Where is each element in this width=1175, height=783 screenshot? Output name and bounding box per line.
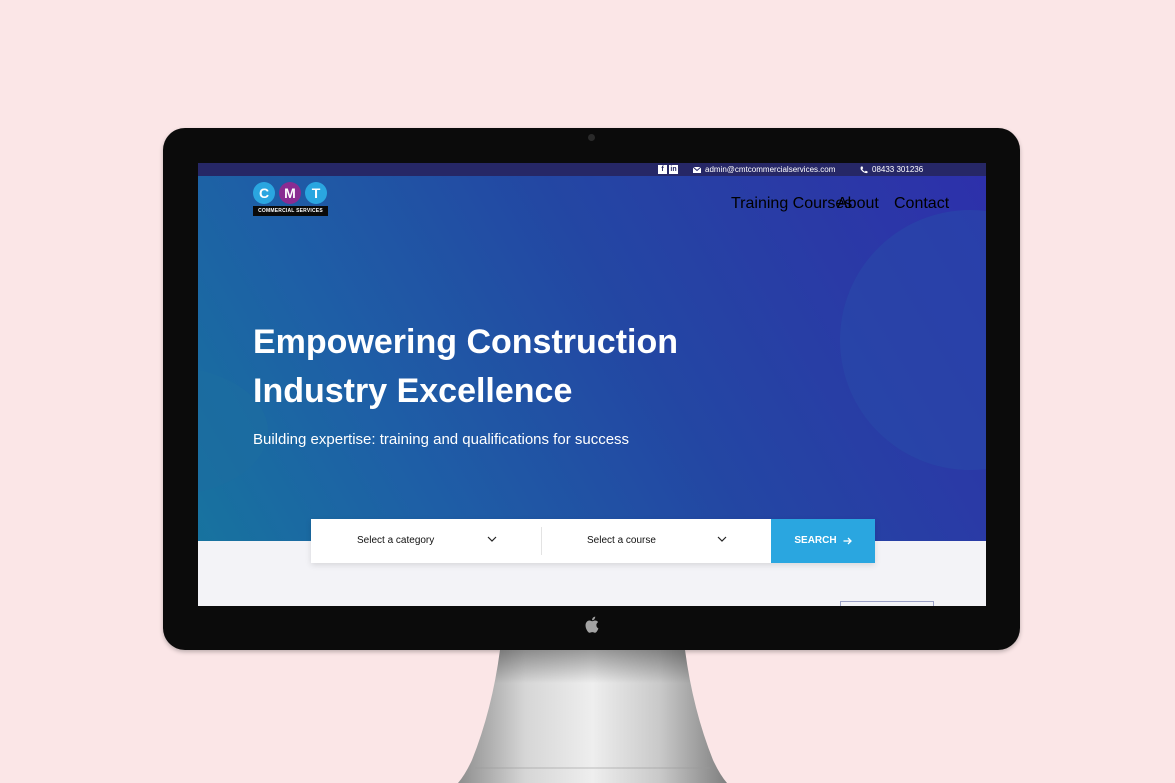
search-button-label: SEARCH bbox=[794, 535, 837, 546]
hero-subtitle: Building expertise: training and qualifi… bbox=[253, 431, 630, 448]
phone-text: 08433 301236 bbox=[872, 165, 924, 174]
logo-letter: T bbox=[305, 182, 327, 204]
nav-about[interactable]: About bbox=[837, 195, 879, 213]
decorative-circle bbox=[840, 210, 986, 470]
linkedin-icon[interactable]: in bbox=[669, 165, 678, 174]
course-select-label: Select a course bbox=[587, 535, 656, 546]
monitor-frame: f in admin@cmtcommercialservices.com 084… bbox=[163, 128, 1020, 650]
chevron-down-icon bbox=[717, 536, 727, 542]
course-search-bar: Select a category Select a course SEARCH bbox=[311, 519, 875, 563]
partial-outline-button[interactable] bbox=[840, 601, 934, 606]
monitor-stand bbox=[458, 650, 727, 783]
nav-training-courses[interactable]: Training Courses bbox=[731, 195, 852, 213]
phone-link[interactable]: 08433 301236 bbox=[860, 163, 923, 176]
category-select[interactable]: Select a category bbox=[311, 519, 541, 563]
logo-letter: M bbox=[279, 182, 301, 204]
email-text: admin@cmtcommercialservices.com bbox=[705, 165, 836, 174]
phone-icon bbox=[860, 166, 868, 173]
hero-section: C M T COMMERCIAL SERVICES Training Cours… bbox=[198, 176, 986, 541]
envelope-icon bbox=[693, 166, 701, 173]
site-logo[interactable]: C M T COMMERCIAL SERVICES bbox=[253, 182, 328, 220]
facebook-icon[interactable]: f bbox=[658, 165, 667, 174]
webcam bbox=[588, 134, 595, 141]
course-select[interactable]: Select a course bbox=[541, 519, 771, 563]
arrow-right-icon bbox=[843, 537, 852, 545]
category-select-label: Select a category bbox=[357, 535, 435, 546]
hero-title: Empowering Construction Industry Excelle… bbox=[253, 323, 678, 410]
apple-logo-icon bbox=[582, 616, 602, 638]
email-link[interactable]: admin@cmtcommercialservices.com bbox=[693, 163, 835, 176]
search-button[interactable]: SEARCH bbox=[771, 519, 875, 563]
logo-letter: C bbox=[253, 182, 275, 204]
browser-screen: f in admin@cmtcommercialservices.com 084… bbox=[198, 163, 986, 606]
social-links: f in bbox=[658, 165, 678, 174]
logo-subtitle: COMMERCIAL SERVICES bbox=[253, 206, 328, 216]
contact-topbar: f in admin@cmtcommercialservices.com 084… bbox=[198, 163, 986, 176]
nav-contact[interactable]: Contact bbox=[894, 195, 949, 213]
chevron-down-icon bbox=[487, 536, 497, 542]
